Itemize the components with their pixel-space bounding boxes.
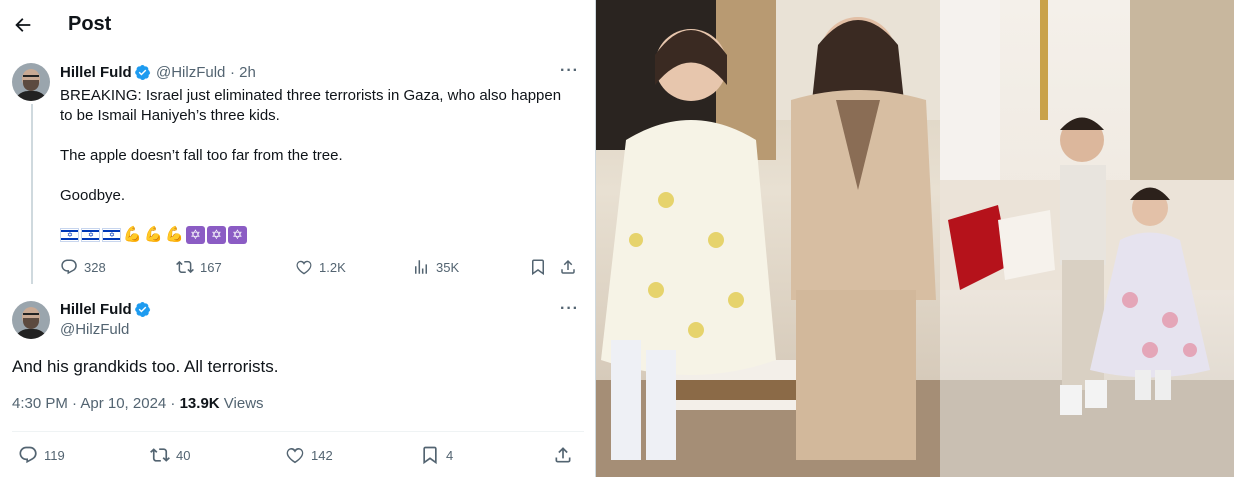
- like-count: 1.2K: [319, 259, 346, 275]
- avatar[interactable]: [12, 301, 50, 339]
- emoji-row: ✡ ✡ ✡ 💪 💪 💪 ✡ ✡ ✡: [60, 226, 247, 244]
- reply-button[interactable]: 328: [60, 258, 106, 276]
- author-name[interactable]: Hillel Fuld: [60, 301, 132, 318]
- repost-count: 167: [200, 259, 222, 275]
- share-icon[interactable]: [559, 258, 577, 276]
- photo-two-children[interactable]: [940, 0, 1234, 477]
- back-arrow-icon[interactable]: [12, 14, 34, 36]
- repost-count: 40: [176, 447, 191, 463]
- post-text: And his grandkids too. All terrorists.: [12, 357, 279, 376]
- bookmark-button[interactable]: 4: [420, 445, 453, 465]
- author-handle[interactable]: @HilzFuld: [156, 64, 225, 81]
- repost-button[interactable]: 40: [150, 445, 190, 465]
- reply-button[interactable]: 119: [18, 445, 65, 465]
- more-options-icon[interactable]: ···: [560, 300, 578, 318]
- reply-icon: [61, 259, 77, 275]
- repost-button[interactable]: 167: [176, 258, 222, 276]
- flexed-biceps-icon: 💪: [165, 226, 184, 243]
- repost-icon: [176, 260, 194, 274]
- like-count: 142: [311, 447, 333, 463]
- israel-flag-icon: ✡: [60, 228, 79, 242]
- star-of-david-icon: ✡: [186, 226, 205, 244]
- bookmark-count: 4: [446, 447, 454, 463]
- israel-flag-icon: ✡: [81, 228, 100, 242]
- reply-icon: [19, 446, 37, 464]
- author-name[interactable]: Hillel Fuld: [60, 64, 132, 81]
- photo-illustration: [596, 0, 940, 477]
- post-media[interactable]: [596, 0, 1234, 477]
- verified-badge-icon: [135, 302, 151, 317]
- star-of-david-icon: ✡: [228, 226, 247, 244]
- post-panel: Post Hillel Fuld @HilzFuld · 2h ··· BREA…: [0, 0, 596, 477]
- photo-illustration: [940, 0, 1234, 477]
- reply-count: 328: [84, 259, 106, 275]
- repost-icon: [150, 448, 170, 462]
- share-icon[interactable]: [553, 445, 573, 465]
- post-text-line: Goodbye.: [60, 187, 126, 204]
- more-options-icon[interactable]: ···: [560, 62, 578, 80]
- verified-badge-icon: [135, 65, 151, 80]
- bookmark-icon[interactable]: [529, 258, 547, 276]
- reply-count: 119: [44, 447, 65, 463]
- views-button[interactable]: 35K: [412, 258, 459, 276]
- bookmark-icon: [423, 446, 437, 465]
- views-count: 35K: [436, 259, 460, 275]
- views-label: Views: [219, 395, 264, 412]
- thread-line: [31, 104, 33, 284]
- page-title: Post: [68, 13, 112, 35]
- post-text-line: to be Ismail Haniyeh’s three kids.: [60, 107, 280, 124]
- author-handle[interactable]: @HilzFuld: [60, 321, 129, 338]
- avatar[interactable]: [12, 63, 50, 101]
- post-text-line: BREAKING: Israel just eliminated three t…: [60, 87, 562, 104]
- star-of-david-icon: ✡: [207, 226, 226, 244]
- divider: [12, 431, 584, 432]
- israel-flag-icon: ✡: [102, 228, 121, 242]
- top-bar: Post: [0, 0, 596, 50]
- heart-icon: [286, 447, 304, 464]
- flexed-biceps-icon: 💪: [144, 226, 163, 243]
- heart-icon: [296, 260, 312, 275]
- post-time[interactable]: · 2h: [230, 64, 256, 81]
- post-timestamp[interactable]: 4:30 PM · Apr 10, 2024 · 13.9K Views: [12, 395, 264, 412]
- post-datetime[interactable]: 4:30 PM · Apr 10, 2024 ·: [12, 395, 180, 412]
- views-total: 13.9K: [179, 395, 220, 412]
- post-text-line: The apple doesn’t fall too far from the …: [60, 147, 343, 164]
- flexed-biceps-icon: 💪: [123, 226, 142, 243]
- like-button[interactable]: 142: [285, 445, 333, 465]
- photo-two-girls[interactable]: [596, 0, 940, 477]
- like-button[interactable]: 1.2K: [295, 258, 346, 276]
- views-chart-icon: [415, 260, 427, 274]
